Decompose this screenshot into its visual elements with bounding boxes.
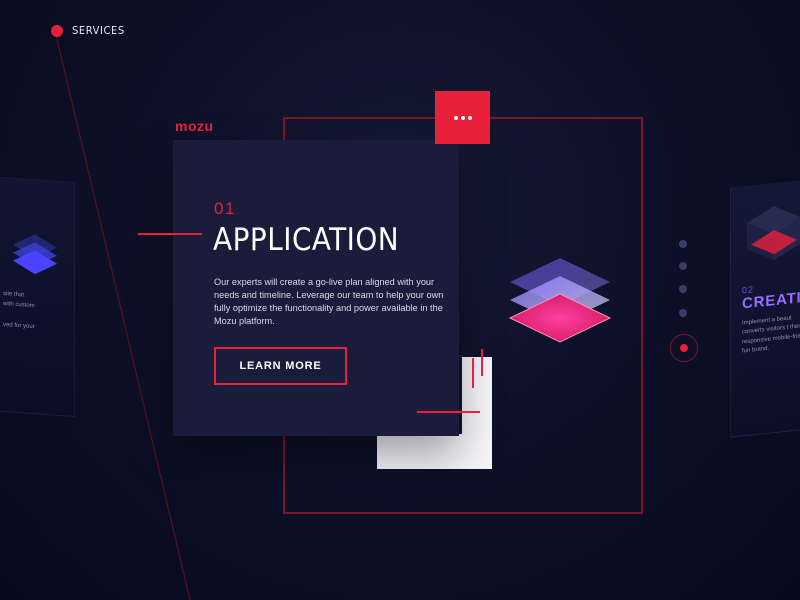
service-number: 01 bbox=[214, 199, 236, 218]
brand-logo[interactable]: mozu bbox=[175, 118, 214, 134]
accent-line bbox=[472, 358, 474, 388]
pager-dot-active[interactable] bbox=[670, 334, 698, 362]
title-accent-line bbox=[138, 233, 202, 235]
service-description: Our experts will create a go-live plan a… bbox=[214, 277, 444, 327]
layers-icon bbox=[508, 258, 612, 343]
cube-icon bbox=[747, 206, 800, 261]
side-card-text: ved for your bbox=[3, 321, 35, 331]
side-card-body: Implement a beaut converts visitors t th… bbox=[742, 315, 800, 355]
pager-dot[interactable] bbox=[679, 285, 687, 293]
accent-line bbox=[481, 349, 483, 376]
nav-indicator-dot bbox=[51, 25, 63, 37]
pager-dot[interactable] bbox=[679, 262, 687, 270]
layers-icon bbox=[13, 234, 57, 275]
pager-dot[interactable] bbox=[679, 240, 687, 248]
accent-line bbox=[417, 411, 480, 413]
service-title: APPLICATION bbox=[213, 222, 400, 258]
pager-dot[interactable] bbox=[679, 309, 687, 317]
learn-more-button[interactable]: LEARN MORE bbox=[214, 347, 347, 385]
side-card-previous[interactable]: site that with custom ved for your bbox=[0, 173, 75, 418]
side-card-text: with custom bbox=[3, 300, 35, 310]
side-card-next[interactable]: 02 CREATIV Implement a beaut converts vi… bbox=[730, 176, 800, 438]
more-dots-icon[interactable] bbox=[435, 91, 490, 144]
nav-services-link[interactable]: SERVICES bbox=[72, 24, 125, 37]
